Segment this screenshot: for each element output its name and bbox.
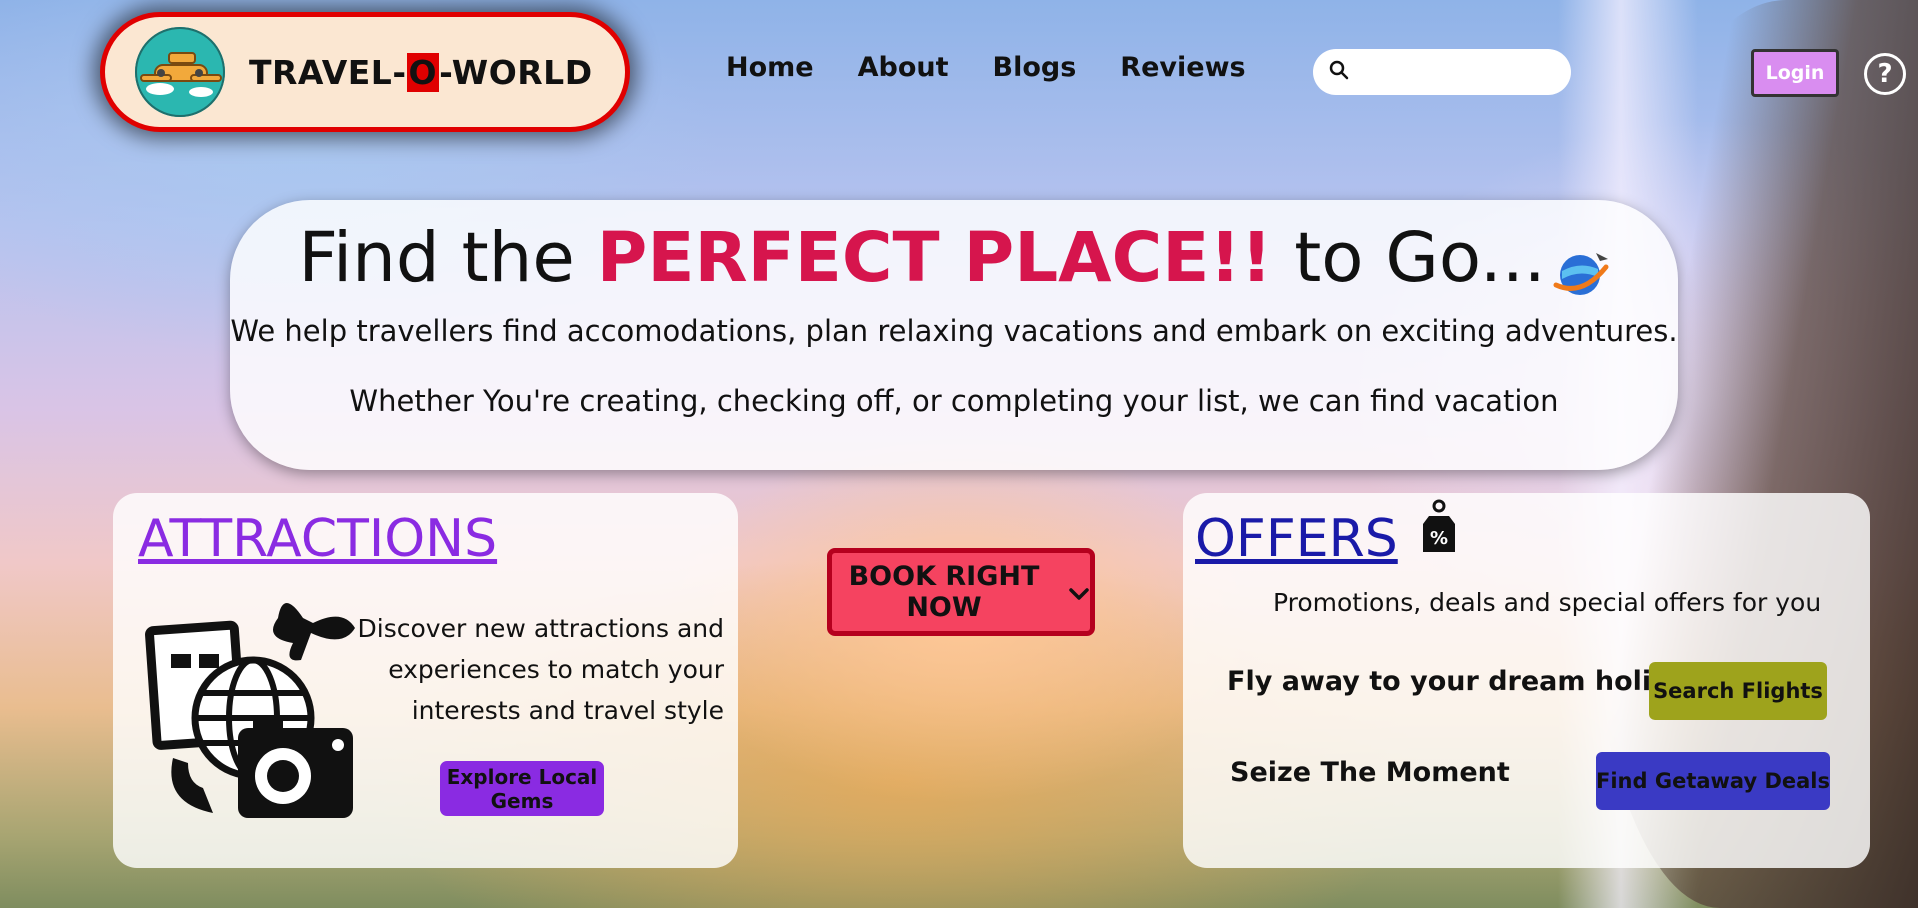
login-button[interactable]: Login <box>1751 49 1839 97</box>
hero-banner: Find the PERFECT PLACE!! to Go... We hel… <box>230 200 1678 470</box>
globe-plane-icon <box>1552 236 1610 295</box>
nav-blogs[interactable]: Blogs <box>993 52 1077 83</box>
offers-card: OFFERS % Promotions, deals and special o… <box>1183 493 1870 868</box>
book-right-now-button[interactable]: BOOK RIGHT NOW <box>827 548 1095 636</box>
airplane-globe-icon <box>135 27 225 117</box>
book-button-label: BOOK RIGHT NOW <box>848 561 1040 623</box>
attractions-description: Discover new attractions and experiences… <box>357 614 724 725</box>
attractions-card: ATTRACTIONS Discover new attractions and… <box>113 493 738 868</box>
nav-reviews[interactable]: Reviews <box>1120 52 1245 83</box>
attractions-title[interactable]: ATTRACTIONS <box>138 509 497 569</box>
main-nav: Home About Blogs Reviews <box>726 52 1290 83</box>
search-flights-button[interactable]: Search Flights <box>1649 662 1827 720</box>
hero-title: Find the PERFECT PLACE!! to Go... <box>230 218 1678 298</box>
search-bar[interactable] <box>1313 49 1571 95</box>
seize-moment-text: Seize The Moment <box>1230 757 1510 788</box>
svg-text:%: % <box>1430 528 1448 549</box>
hero-line-1: We help travellers find accomodations, p… <box>230 314 1678 348</box>
hero-line-2: Whether You're creating, checking off, o… <box>349 384 1559 418</box>
help-icon[interactable]: ? <box>1864 53 1906 95</box>
discount-tag-icon: % <box>1421 498 1457 556</box>
fly-away-text: Fly away to your dream holiday <box>1227 666 1706 697</box>
search-icon <box>1329 60 1349 84</box>
brand-title: TRAVEL-O-WORLD <box>249 52 593 92</box>
travel-collage-icon <box>143 588 368 823</box>
offers-title[interactable]: OFFERS <box>1195 509 1398 569</box>
brand-logo[interactable]: TRAVEL-O-WORLD <box>100 12 630 132</box>
explore-local-gems-button[interactable]: Explore Local Gems <box>440 761 604 816</box>
search-input[interactable] <box>1359 61 1559 83</box>
chevron-down-icon <box>1068 577 1090 608</box>
brand-o-highlight: O <box>406 52 440 92</box>
nav-home[interactable]: Home <box>726 52 814 83</box>
nav-about[interactable]: About <box>858 52 949 83</box>
offers-subtitle: Promotions, deals and special offers for… <box>1273 588 1822 617</box>
find-getaway-deals-button[interactable]: Find Getaway Deals <box>1596 752 1830 810</box>
hero-title-highlight: PERFECT PLACE!! <box>596 218 1273 298</box>
